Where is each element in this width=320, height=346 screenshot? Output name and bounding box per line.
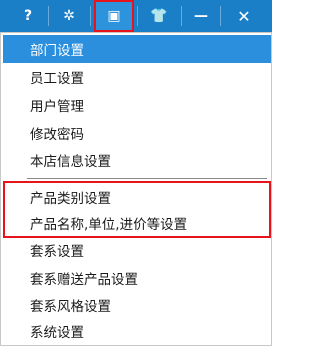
toolbar-separator: [48, 6, 49, 26]
close-icon[interactable]: ✕: [222, 2, 266, 30]
menu-item-package-settings[interactable]: 套系设置: [3, 236, 271, 264]
gear-icon[interactable]: ✲: [52, 2, 86, 30]
menu-item-store-info-settings[interactable]: 本店信息设置: [3, 146, 271, 174]
menu-item-user-management[interactable]: 用户管理: [3, 91, 271, 119]
toolbar-separator: [137, 6, 138, 26]
menu-item-system-settings[interactable]: 系统设置: [3, 317, 271, 345]
window-toolbar: ? ✲ ▣ 👕 — ✕: [0, 0, 272, 32]
menu-item-employee-settings[interactable]: 员工设置: [3, 63, 271, 91]
toolbar-separator: [181, 6, 182, 26]
shirt-icon[interactable]: 👕: [140, 2, 178, 30]
settings-dropdown-menu: 部门设置 员工设置 用户管理 修改密码 本店信息设置 产品类别设置 产品名称,单…: [0, 32, 272, 346]
minimize-icon[interactable]: —: [184, 2, 218, 30]
menu-item-department-settings[interactable]: 部门设置: [3, 35, 271, 63]
highlight-box: [3, 181, 271, 238]
report-icon[interactable]: ▣: [94, 0, 134, 32]
menu-item-change-password[interactable]: 修改密码: [3, 119, 271, 147]
menu-item-package-style-settings[interactable]: 套系风格设置: [3, 291, 271, 319]
toolbar-separator: [90, 6, 91, 26]
toolbar-separator: [220, 6, 221, 26]
menu-divider: [27, 178, 267, 179]
help-icon[interactable]: ?: [12, 2, 44, 30]
menu-item-package-gift-product-settings[interactable]: 套系赠送产品设置: [3, 264, 271, 292]
